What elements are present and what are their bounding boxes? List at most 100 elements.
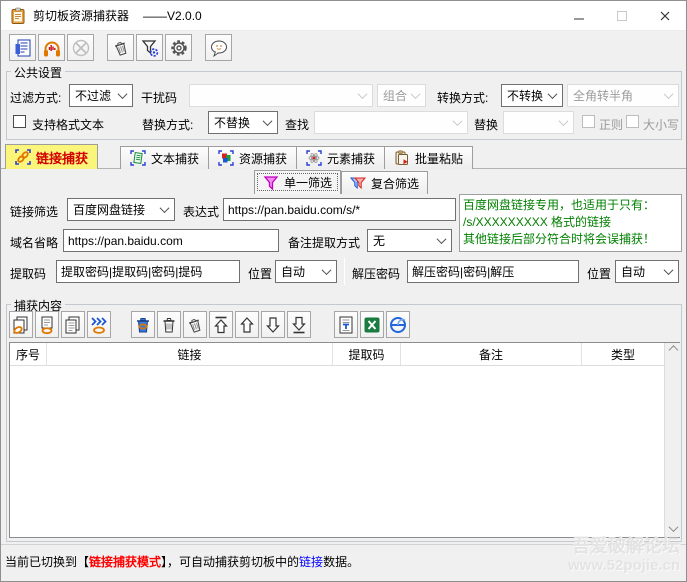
chevron-down-icon: [547, 89, 558, 100]
scroll-up-button[interactable]: [665, 343, 681, 360]
chevron-down-icon: [663, 89, 674, 100]
delete-button[interactable]: [157, 311, 181, 338]
headphones-monitor-icon: [43, 41, 60, 56]
common-settings-legend: 公共设置: [11, 64, 66, 81]
column-header-code[interactable]: 提取码: [333, 343, 401, 365]
code-pos-select[interactable]: 自动: [275, 260, 337, 283]
case-label: 大小写: [643, 118, 680, 132]
trash-link-icon: [137, 317, 149, 332]
tab-element-capture[interactable]: 元素捕获: [296, 146, 386, 169]
minimize-button[interactable]: [557, 1, 600, 31]
move-down-button[interactable]: [261, 311, 285, 338]
unzip-label: 解压密码: [352, 267, 401, 281]
chevron-down-icon: [668, 522, 678, 533]
code-keywords-input[interactable]: [56, 260, 240, 283]
open-browser-button[interactable]: [386, 311, 410, 338]
clear-all-button[interactable]: [183, 311, 207, 338]
clear-button[interactable]: [107, 34, 134, 61]
move-top-button[interactable]: [209, 311, 233, 338]
window-title: 剪切板资源捕获器: [33, 9, 130, 23]
stop-monitor-icon: [72, 39, 89, 56]
filter-mode-select[interactable]: 不过滤: [69, 84, 133, 107]
about-button[interactable]: [205, 34, 232, 61]
tab-link-capture[interactable]: 链接捕获: [5, 144, 99, 169]
title-bar: 剪切板资源捕获器 ——V2.0.0: [1, 1, 686, 31]
close-button[interactable]: [643, 1, 686, 31]
convert-target-select: 全角转半角: [567, 84, 679, 107]
tab-text-capture[interactable]: 文本捕获: [120, 146, 210, 169]
replace-mode-select[interactable]: 不替换: [208, 111, 278, 134]
hint-line-1: 百度网盘链接专用，也适用于只有：: [463, 198, 656, 212]
unzip-pos-select[interactable]: 自动: [615, 260, 679, 283]
open-links-button[interactable]: [87, 311, 111, 338]
clipboard-app-icon: [11, 7, 25, 24]
clipboard-paste-icon: [395, 150, 408, 165]
filter-settings-button[interactable]: [136, 34, 163, 61]
copy-link-icon: [13, 316, 28, 334]
remark-mode-select[interactable]: 无: [367, 229, 452, 252]
trash-tilted-icon: [188, 318, 201, 333]
trash-icon: [163, 317, 175, 332]
settings-button[interactable]: [165, 34, 192, 61]
unzip-keywords-input[interactable]: [407, 260, 579, 283]
table-body[interactable]: [10, 366, 664, 537]
scroll-down-button[interactable]: [665, 520, 681, 537]
copy-link-button[interactable]: [9, 311, 33, 338]
chevron-down-icon: [558, 116, 569, 127]
results-table: 序号 链接 提取码 备注 类型: [9, 342, 681, 538]
find-select: [314, 111, 468, 134]
chevron-down-icon: [436, 234, 447, 245]
paste-document-button[interactable]: [9, 34, 36, 61]
tab-resource-capture[interactable]: 资源捕获: [208, 146, 298, 169]
stop-monitor-button: [67, 34, 94, 61]
delete-duplicate-button[interactable]: [131, 311, 155, 338]
domain-label: 域名省略: [10, 236, 59, 250]
copy-page-link-button[interactable]: [35, 311, 59, 338]
status-mode: 链接捕获模式: [89, 555, 162, 569]
app-window: 剪切板资源捕获器 ——V2.0.0 公共设置 过滤方式: 不过滤 干扰码 组合 …: [0, 0, 687, 582]
link-filter-select[interactable]: 百度网盘链接: [67, 198, 175, 221]
noise-code-select: [189, 84, 373, 107]
move-bottom-button[interactable]: [287, 311, 311, 338]
expression-label: 表达式: [183, 205, 220, 219]
column-header-link[interactable]: 链接: [47, 343, 333, 365]
funnel-double-icon: [350, 177, 366, 190]
tab-batch-paste[interactable]: 批量粘贴: [384, 146, 474, 169]
maximize-button: [600, 1, 643, 31]
chevron-down-icon: [357, 89, 368, 100]
convert-mode-label: 转换方式:: [437, 91, 489, 105]
column-header-index[interactable]: 序号: [10, 343, 47, 365]
move-up-button[interactable]: [235, 311, 259, 338]
copy-button[interactable]: [61, 311, 85, 338]
expression-input[interactable]: [223, 198, 456, 221]
replace-mode-label: 替换方式:: [142, 118, 194, 132]
chevron-down-icon: [159, 203, 170, 214]
status-link-word: 链接: [299, 555, 324, 569]
vertical-scrollbar[interactable]: [664, 343, 681, 537]
combine-select: 组合: [377, 84, 426, 107]
maximize-icon: [616, 11, 627, 21]
status-bar: 当前已切换到【链接捕获模式】，可自动捕获剪切板中的链接数据。: [1, 544, 686, 581]
column-header-type[interactable]: 类型: [582, 343, 664, 365]
chain-link-icon: [15, 149, 31, 165]
start-monitor-button[interactable]: [38, 34, 65, 61]
export-excel-button[interactable]: [360, 311, 384, 338]
funnel-single-icon: [263, 175, 279, 190]
close-icon: [660, 11, 669, 21]
chevron-down-icon: [452, 116, 463, 127]
chevron-down-icon: [321, 265, 332, 276]
rich-text-checkbox[interactable]: [13, 115, 26, 128]
convert-mode-select[interactable]: 不转换: [501, 84, 563, 107]
subtab-multi-filter[interactable]: 复合筛选: [341, 171, 429, 194]
code-label: 提取码: [10, 267, 47, 281]
domain-input[interactable]: [63, 229, 279, 252]
remark-mode-label: 备注提取方式: [288, 236, 361, 250]
subtab-single-filter[interactable]: 单一筛选: [254, 170, 342, 194]
link-filter-label: 链接筛选: [10, 205, 59, 219]
column-header-remark[interactable]: 备注: [401, 343, 582, 365]
export-excel-icon: [364, 317, 380, 332]
atom-icon: [306, 150, 322, 166]
export-text-button[interactable]: [334, 311, 358, 338]
chevron-down-icon: [262, 116, 273, 127]
noise-code-label: 干扰码: [141, 91, 178, 105]
